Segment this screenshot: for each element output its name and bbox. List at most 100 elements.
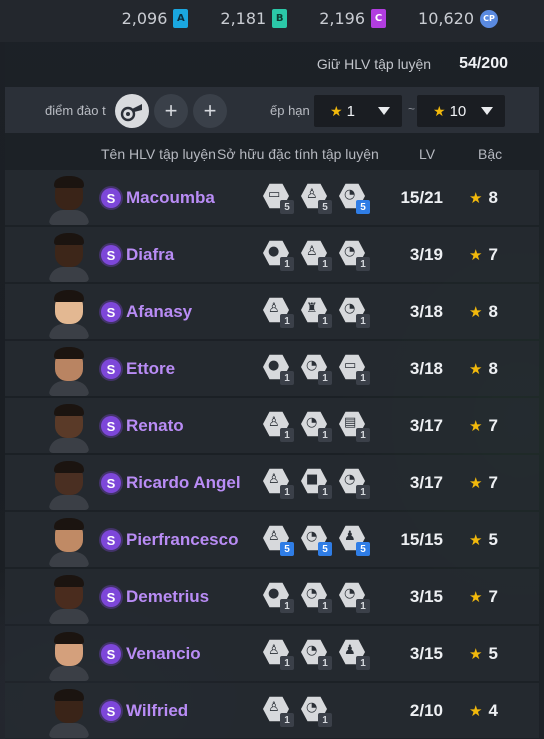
coach-grade: ★ 7 (469, 473, 498, 493)
trait-badge[interactable]: ♜ 1 (301, 297, 332, 328)
col-name[interactable]: Tên HLV tập luyện (101, 146, 216, 162)
trait-badge[interactable]: ◔ 1 (301, 354, 332, 385)
avatar (49, 518, 89, 567)
trait-badge[interactable]: ♟ 5 (339, 525, 370, 556)
avatar (49, 575, 89, 624)
trait-badge[interactable]: ◔ 1 (301, 411, 332, 442)
coach-name: Demetrius (126, 587, 210, 606)
player-icon: ♙ (306, 244, 318, 259)
special-badge-icon: S (101, 302, 121, 322)
avatar (49, 290, 89, 339)
coach-row[interactable]: S Ettore ● 1 ◔ 1 ▭ 1 3/18 ★ 8 (5, 341, 539, 396)
coach-row[interactable]: S Ricardo Angel ♙ 1 ■ 1 ◔ 1 3/17 ★ 7 (5, 455, 539, 510)
trait-badge[interactable]: ♙ 1 (263, 297, 294, 328)
trait-filter-slot-add-1[interactable]: + (154, 94, 188, 128)
rank-to-dropdown[interactable]: ★ 10 (417, 95, 505, 127)
chevron-down-icon (378, 107, 390, 115)
trait-level: 1 (280, 599, 294, 613)
coach-row[interactable]: S Venancio ♙ 1 ◔ 1 ♟ 1 3/15 ★ 5 (5, 626, 539, 681)
trait-level: 5 (318, 542, 332, 556)
avatar (49, 689, 89, 738)
coach-grade: ★ 7 (469, 245, 498, 265)
currency-c: 2,196 C (319, 9, 387, 28)
avatar-torso (49, 552, 89, 567)
board-icon: ▭ (268, 187, 281, 202)
avatar (49, 347, 89, 396)
col-lv[interactable]: LV (419, 146, 435, 162)
coach-row[interactable]: S Afanasy ♙ 1 ♜ 1 ◔ 1 3/18 ★ 8 (5, 284, 539, 339)
trait-badge[interactable]: ◔ 1 (339, 240, 370, 271)
trait-badge[interactable]: ◔ 1 (301, 582, 332, 613)
plus-icon: + (203, 98, 217, 123)
trait-level: 1 (280, 713, 294, 727)
grade-value: 8 (488, 302, 498, 321)
trait-badge[interactable]: ▤ 1 (339, 411, 370, 442)
star-icon: ★ (433, 102, 446, 119)
coach-level: 3/18 (409, 359, 443, 378)
avatar (49, 461, 89, 510)
trait-badge[interactable]: ◔ 5 (339, 183, 370, 214)
star-icon: ★ (469, 190, 483, 207)
trait-badge[interactable]: ♙ 1 (263, 411, 294, 442)
col-grade[interactable]: Bậc (478, 146, 502, 162)
coach-row[interactable]: S Macoumba ▭ 5 ♙ 5 ◔ 5 15/21 ★ 8 (5, 170, 539, 225)
trait-badge[interactable]: ◔ 5 (301, 525, 332, 556)
currency-b-icon: B (272, 9, 288, 28)
trait-badge[interactable]: ◔ 1 (339, 468, 370, 499)
coach-row[interactable]: S Demetrius ● 1 ◔ 1 ◔ 1 3/15 ★ 7 (5, 569, 539, 624)
trait-level: 1 (356, 371, 370, 385)
hold-value: 54/200 (459, 55, 508, 72)
player-icon: ♙ (268, 529, 280, 544)
special-badge-icon: S (101, 188, 121, 208)
trait-badge[interactable]: ♙ 1 (263, 468, 294, 499)
trait-level: 5 (280, 542, 294, 556)
whistle-icon: ◔ (344, 187, 356, 202)
coach-row[interactable]: S Diafra ● 1 ♙ 1 ◔ 1 3/19 ★ 7 (5, 227, 539, 282)
trait-level: 1 (356, 599, 370, 613)
coach-row[interactable]: S Wilfried ♙ 1 ◔ 1 2/10 ★ 4 (5, 683, 539, 738)
coach-row[interactable]: S Renato ♙ 1 ◔ 1 ▤ 1 3/17 ★ 7 (5, 398, 539, 453)
trait-badge[interactable]: ♙ 1 (263, 696, 294, 727)
grade-value: 5 (488, 644, 498, 663)
special-badge-icon: S (101, 473, 121, 493)
trait-level: 5 (356, 542, 370, 556)
trait-badge[interactable]: ♙ 1 (301, 240, 332, 271)
trait-badge[interactable]: ♙ 5 (263, 525, 294, 556)
trait-badge[interactable]: ◔ 1 (301, 639, 332, 670)
trait-badge[interactable]: ● 1 (263, 354, 294, 385)
trait-badge[interactable]: ● 1 (263, 582, 294, 613)
coach-row[interactable]: S Pierfrancesco ♙ 5 ◔ 5 ♟ 5 15/15 ★ 5 (5, 512, 539, 567)
trait-badge[interactable]: ♙ 5 (301, 183, 332, 214)
trait-badge[interactable]: ■ 1 (301, 468, 332, 499)
trait-badge[interactable]: ▭ 1 (339, 354, 370, 385)
trait-badge[interactable]: ● 1 (263, 240, 294, 271)
rank-from-dropdown[interactable]: ★ 1 (314, 95, 402, 127)
trait-badge[interactable]: ♙ 1 (263, 639, 294, 670)
cp-icon: CP (480, 9, 498, 28)
player-icon: ♙ (268, 700, 280, 715)
coach-level: 15/21 (400, 188, 443, 207)
hold-count-row: Giữ HLV tập luyện 54/200 (5, 45, 522, 83)
coach-level: 3/15 (409, 587, 443, 606)
trait-badge[interactable]: ◔ 1 (339, 582, 370, 613)
trait-filter-slot-add-2[interactable]: + (193, 94, 227, 128)
coach-grade: ★ 4 (469, 701, 498, 721)
player-icon: ♙ (268, 643, 280, 658)
trait-badge[interactable]: ◔ 1 (339, 297, 370, 328)
trait-badge[interactable]: ◔ 1 (301, 696, 332, 727)
star-icon: ★ (469, 304, 483, 321)
avatar-hair (54, 404, 84, 416)
avatar-torso (49, 210, 89, 225)
trait-badge[interactable]: ♟ 1 (339, 639, 370, 670)
trait-level: 1 (318, 428, 332, 442)
trait-level: 1 (318, 314, 332, 328)
avatar-torso (49, 495, 89, 510)
coach-name: Wilfried (126, 701, 189, 720)
range-separator: ~ (408, 102, 416, 116)
lock-icon: ■ (306, 472, 319, 487)
grade-value: 7 (488, 587, 498, 606)
currency-c-value: 2,196 (319, 9, 366, 28)
trait-filter-slot-selected[interactable] (115, 94, 149, 128)
trait-level: 5 (280, 200, 294, 214)
trait-badge[interactable]: ▭ 5 (263, 183, 294, 214)
